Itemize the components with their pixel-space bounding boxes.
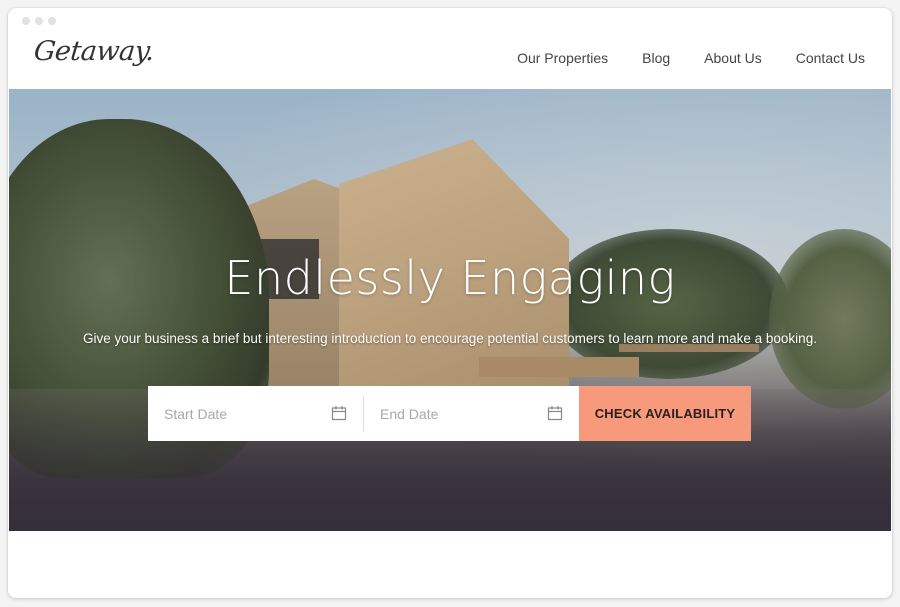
nav-link-about-us[interactable]: About Us	[704, 50, 762, 66]
page-content-blank	[8, 531, 892, 598]
hero-subtitle: Give your business a brief but interesti…	[83, 331, 817, 346]
site-logo[interactable]: Getaway.	[32, 36, 155, 67]
start-date-input[interactable]	[164, 405, 314, 422]
start-date-field[interactable]	[148, 386, 363, 441]
booking-form: CHECK AVAILABILITY	[148, 386, 751, 441]
browser-window: Getaway. Our Properties Blog About Us Co…	[8, 8, 892, 598]
check-availability-button[interactable]: CHECK AVAILABILITY	[579, 386, 751, 441]
site-header: Getaway. Our Properties Blog About Us Co…	[8, 8, 892, 89]
main-nav: Our Properties Blog About Us Contact Us	[517, 50, 865, 66]
hero-background-image	[9, 89, 891, 531]
nav-link-our-properties[interactable]: Our Properties	[517, 50, 608, 66]
end-date-field[interactable]	[364, 386, 579, 441]
calendar-icon[interactable]	[331, 405, 347, 421]
hero-section: Endlessly Engaging Give your business a …	[9, 89, 891, 531]
end-date-input[interactable]	[380, 405, 530, 422]
nav-link-contact-us[interactable]: Contact Us	[796, 50, 865, 66]
nav-link-blog[interactable]: Blog	[642, 50, 670, 66]
hero-title: Endlessly Engaging	[224, 251, 676, 305]
calendar-icon[interactable]	[547, 405, 563, 421]
hero-overlay	[9, 89, 891, 531]
